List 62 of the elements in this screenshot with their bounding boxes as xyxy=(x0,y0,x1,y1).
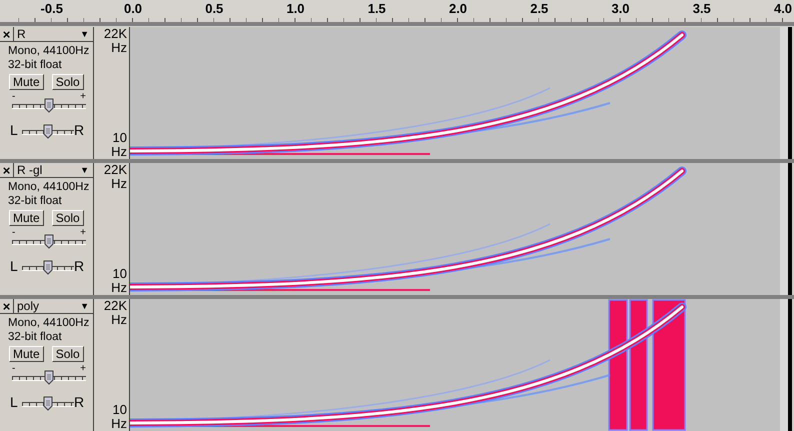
slider-thumb[interactable] xyxy=(44,234,54,249)
format-label: Mono, 44100Hz xyxy=(8,180,90,194)
unit-label: Hz xyxy=(111,313,127,327)
pan-slider[interactable] xyxy=(22,260,74,276)
close-button[interactable]: × xyxy=(0,27,14,41)
gain-plus-label: + xyxy=(80,227,86,238)
unit-label: Hz xyxy=(111,177,127,191)
sample-format-label: 32-bit float xyxy=(8,194,62,208)
slider-thumb[interactable] xyxy=(44,98,54,113)
ruler-label: 3.0 xyxy=(611,1,630,16)
ruler-label: 1.5 xyxy=(368,1,386,16)
unit-label: Hz xyxy=(111,281,127,295)
slider-thumb[interactable] xyxy=(43,396,53,411)
format-label: Mono, 44100Hz xyxy=(8,44,90,58)
ruler-label: 10 xyxy=(112,131,127,145)
slider-thumb[interactable] xyxy=(43,124,53,139)
sample-format-label: 32-bit float xyxy=(8,330,62,344)
gain-plus-label: + xyxy=(80,91,86,102)
solo-button[interactable]: Solo xyxy=(52,210,84,226)
sample-format-label: 32-bit float xyxy=(8,58,62,72)
pan-right-label: R xyxy=(74,258,86,274)
pan-left-label: L xyxy=(10,122,19,138)
pan-right-label: R xyxy=(74,122,86,138)
gain-slider[interactable] xyxy=(12,370,86,386)
mute-button[interactable]: Mute xyxy=(9,74,44,90)
ruler-label: 22K xyxy=(104,299,127,313)
unit-label: Hz xyxy=(111,41,127,55)
ruler-label: 22K xyxy=(104,27,127,41)
slider-thumb[interactable] xyxy=(43,260,53,275)
ruler-label: 10 xyxy=(112,403,127,417)
slider-thumb[interactable] xyxy=(44,370,54,385)
mute-button[interactable]: Mute xyxy=(9,346,44,362)
unit-label: Hz xyxy=(111,417,127,431)
gain-minus-label: - xyxy=(12,91,16,102)
unit-label: Hz xyxy=(111,145,127,159)
ruler-label: 10 xyxy=(112,267,127,281)
close-button[interactable]: × xyxy=(0,299,14,313)
gain-plus-label: + xyxy=(80,363,86,374)
solo-button[interactable]: Solo xyxy=(52,346,84,362)
pan-right-label: R xyxy=(74,394,86,410)
ruler-label: -0.5 xyxy=(40,1,63,16)
gain-slider[interactable] xyxy=(12,98,86,114)
close-button[interactable]: × xyxy=(0,163,14,177)
gain-minus-label: - xyxy=(12,363,16,374)
ruler-label: 2.0 xyxy=(448,1,468,16)
gain-slider[interactable] xyxy=(12,234,86,250)
pan-left-label: L xyxy=(10,258,19,274)
timeline-ruler[interactable]: -0.5 0.0 0.5 1.0 1.5 2.0 2.5 3.0 3.5 4.0 xyxy=(0,0,794,22)
ruler-label: 4.0 xyxy=(774,1,792,16)
pan-slider[interactable] xyxy=(22,396,74,412)
pan-slider[interactable] xyxy=(22,124,74,140)
ruler-label: 0.0 xyxy=(124,1,142,16)
gain-minus-label: - xyxy=(12,227,16,238)
mute-button[interactable]: Mute xyxy=(9,210,44,226)
ruler-label: 22K xyxy=(104,163,127,177)
format-label: Mono, 44100Hz xyxy=(8,316,90,330)
ruler-label: 3.5 xyxy=(692,1,711,16)
solo-button[interactable]: Solo xyxy=(52,74,84,90)
ruler-label: 2.5 xyxy=(530,1,548,16)
pan-left-label: L xyxy=(10,394,19,410)
ruler-label: 0.5 xyxy=(205,1,224,16)
ruler-label: 1.0 xyxy=(286,1,305,16)
